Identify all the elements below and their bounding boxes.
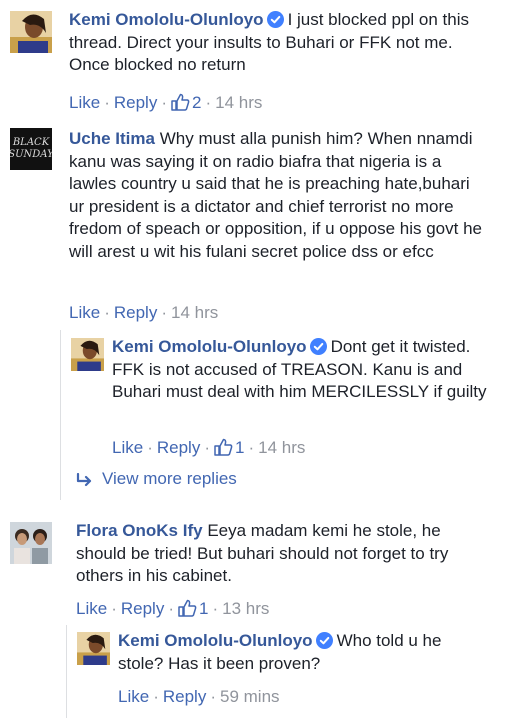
thread-line xyxy=(66,625,67,718)
like-link[interactable]: Like xyxy=(76,599,107,618)
thread-line xyxy=(60,330,61,500)
like-link[interactable]: Like xyxy=(112,438,143,457)
reply-link[interactable]: Reply xyxy=(157,438,200,457)
verified-badge-icon xyxy=(309,338,327,355)
reply-link[interactable]: Reply xyxy=(163,687,206,706)
comment-actions: Like · Reply · 59 mins xyxy=(118,687,280,706)
reply-link[interactable]: Reply xyxy=(114,93,157,112)
comment-body: Kemi Omololu-Olunloyo Who told u he stole… xyxy=(118,630,488,675)
comment-actions: Like · Reply · 2 · 14 hrs xyxy=(69,93,263,112)
comment-actions: Like · Reply · 1 · 13 hrs xyxy=(76,599,270,618)
comment-author[interactable]: Uche Itima xyxy=(69,129,155,148)
comment-time[interactable]: 14 hrs xyxy=(171,303,218,322)
comment-body: Kemi Omololu-Olunloyo I just blocked ppl … xyxy=(69,9,489,77)
like-count[interactable]: 2 xyxy=(171,93,201,112)
like-count[interactable]: 1 xyxy=(178,599,208,618)
comment-author[interactable]: Kemi Omololu-Olunloyo xyxy=(112,337,307,356)
reply-link[interactable]: Reply xyxy=(114,303,157,322)
reply-link[interactable]: Reply xyxy=(121,599,164,618)
thumbs-up-icon xyxy=(214,438,233,456)
comment-body: Flora OnoKs Ify Eeya madam kemi he stole… xyxy=(76,520,486,588)
comment-actions: Like · Reply · 1 · 14 hrs xyxy=(112,438,306,457)
comment-time[interactable]: 14 hrs xyxy=(215,93,262,112)
like-link[interactable]: Like xyxy=(69,303,100,322)
like-link[interactable]: Like xyxy=(69,93,100,112)
avatar[interactable] xyxy=(10,522,52,564)
like-count[interactable]: 1 xyxy=(214,438,244,457)
avatar[interactable]: BLACK SUNDAY xyxy=(10,128,52,170)
comment-author[interactable]: Flora OnoKs Ify xyxy=(76,521,203,540)
comment-body: Kemi Omololu-Olunloyo Dont get it twisted… xyxy=(112,336,492,404)
comment-body: Uche Itima Why must alla punish him? Whe… xyxy=(69,128,489,263)
comment-author[interactable]: Kemi Omololu-Olunloyo xyxy=(69,10,264,29)
verified-badge-icon xyxy=(315,632,333,649)
verified-badge-icon xyxy=(266,11,284,28)
comment-time[interactable]: 13 hrs xyxy=(222,599,269,618)
svg-text:SUNDAY: SUNDAY xyxy=(10,149,52,160)
thumbs-up-icon xyxy=(178,599,197,617)
reply-arrow-icon xyxy=(76,472,92,487)
like-link[interactable]: Like xyxy=(118,687,149,706)
comment-time[interactable]: 59 mins xyxy=(220,687,280,706)
thumbs-up-icon xyxy=(171,93,190,111)
comment-author[interactable]: Kemi Omololu-Olunloyo xyxy=(118,631,313,650)
avatar[interactable] xyxy=(10,11,52,53)
svg-text:BLACK: BLACK xyxy=(12,137,50,148)
comment-time[interactable]: 14 hrs xyxy=(258,438,305,457)
avatar[interactable] xyxy=(71,338,104,371)
comment-text: Why must alla punish him? When nnamdi ka… xyxy=(69,129,482,261)
view-more-replies-link[interactable]: View more replies xyxy=(76,468,237,490)
comment-actions: Like · Reply · 14 hrs xyxy=(69,303,219,322)
avatar[interactable] xyxy=(77,632,110,665)
